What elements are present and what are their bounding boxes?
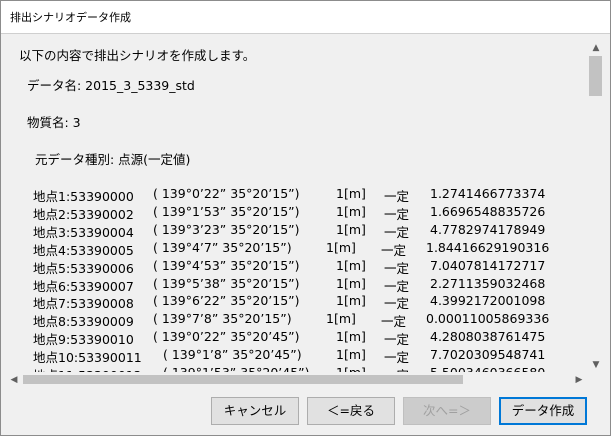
emission-value: 7.7020309548741 (430, 347, 546, 363)
point-height: 1[m] (336, 257, 366, 273)
point-coordinates: ( 139°0’22” 35°20’45”) (153, 329, 300, 345)
emission-value: 1.2741466773374 (430, 186, 546, 201)
emission-mode: 一定 (381, 314, 407, 330)
point-coordinates: ( 139°4’53” 35°20’15”) (153, 257, 300, 273)
window-title: 排出シナリオデータ作成 (10, 11, 131, 24)
emission-mode: 一定 (384, 224, 410, 240)
point-id: 地点1:53390000 (33, 189, 134, 204)
emission-mode: 一定 (384, 350, 410, 366)
substance-name-line: 物質名: 3 (27, 115, 81, 130)
scroll-up-arrow-icon[interactable]: ▲ (589, 42, 603, 54)
summary-text: 以下の内容で排出シナリオを作成します。 データ名: 2015_3_5339_st… (6, 42, 586, 374)
next-button: 次へ=＞ (403, 397, 491, 425)
point-height: 1[m] (336, 347, 366, 363)
point-height: 1[m] (336, 203, 366, 219)
scroll-corner (587, 372, 604, 388)
point-id: 地点3:53390004 (33, 224, 134, 240)
point-id: 地点5:53390006 (33, 260, 134, 276)
point-coordinates: ( 139°6’22” 35°20’15”) (153, 293, 300, 309)
cancel-button[interactable]: キャンセル (211, 397, 299, 425)
point-id: 地点2:53390002 (33, 206, 134, 222)
emission-value: 1.84416629190316 (426, 239, 550, 255)
point-coordinates: ( 139°4’7” 35°20’15”) (153, 239, 292, 255)
point-height: 1[m] (326, 239, 356, 255)
scroll-right-arrow-icon[interactable]: ▶ (572, 374, 586, 386)
emission-mode: 一定 (384, 296, 410, 312)
point-coordinates: ( 139°7’8” 35°20’15”) (153, 311, 292, 327)
point-id: 地点4:53390005 (33, 242, 134, 258)
summary-panel: 以下の内容で排出シナリオを作成します。 データ名: 2015_3_5339_st… (1, 34, 610, 388)
title-bar: 排出シナリオデータ作成 (1, 1, 610, 33)
vertical-scroll-thumb[interactable] (589, 56, 602, 96)
emission-mode: 一定 (384, 260, 410, 276)
point-height: 1[m] (336, 275, 366, 291)
scroll-down-arrow-icon[interactable]: ▼ (589, 359, 603, 371)
emission-value: 1.6696548835726 (430, 203, 546, 219)
summary-heading: 以下の内容で排出シナリオを作成します。 (19, 48, 256, 63)
emission-value: 2.2711359032468 (430, 275, 546, 291)
point-coordinates: ( 139°5’38” 35°20’15”) (153, 275, 300, 291)
source-type-line: 元データ種別: 点源(一定値) (35, 152, 191, 167)
point-id: 地点10:53390011 (33, 350, 142, 366)
point-height: 1[m] (326, 311, 356, 327)
horizontal-scroll-thumb[interactable] (23, 375, 463, 384)
create-data-button[interactable]: データ作成 (499, 397, 587, 425)
emission-mode: 一定 (381, 242, 407, 258)
emission-value: 0.00011005869336 (426, 311, 550, 327)
back-button[interactable]: ＜=戻る (307, 397, 395, 425)
point-id: 地点7:53390008 (33, 296, 134, 312)
emission-mode: 一定 (384, 189, 410, 204)
point-coordinates: ( 139°1’53” 35°20’15”) (153, 203, 300, 219)
point-coordinates: ( 139°3’23” 35°20’15”) (153, 221, 300, 237)
point-id: 地点6:53390007 (33, 278, 134, 294)
point-height: 1[m] (336, 293, 366, 309)
point-coordinates: ( 139°0’22” 35°20’15”) (153, 186, 300, 201)
emission-value: 4.3992172001098 (430, 293, 546, 309)
data-name-line: データ名: 2015_3_5339_std (27, 78, 195, 93)
point-coordinates: ( 139°1’8” 35°20’45”) (163, 347, 302, 363)
emission-mode: 一定 (384, 206, 410, 222)
point-height: 1[m] (336, 329, 366, 345)
dialog-window: 排出シナリオデータ作成 以下の内容で排出シナリオを作成します。 データ名: 20… (0, 0, 611, 436)
point-height: 1[m] (336, 186, 366, 201)
emission-value: 4.7782974178949 (430, 221, 546, 237)
emission-mode: 一定 (384, 278, 410, 294)
emission-value: 7.0407814172717 (430, 257, 546, 273)
point-id: 地点9:53390010 (33, 332, 134, 348)
scroll-left-arrow-icon[interactable]: ◀ (7, 374, 21, 386)
point-id: 地点8:53390009 (33, 314, 134, 330)
point-height: 1[m] (336, 221, 366, 237)
emission-value: 4.2808038761475 (430, 329, 546, 345)
emission-mode: 一定 (384, 332, 410, 348)
